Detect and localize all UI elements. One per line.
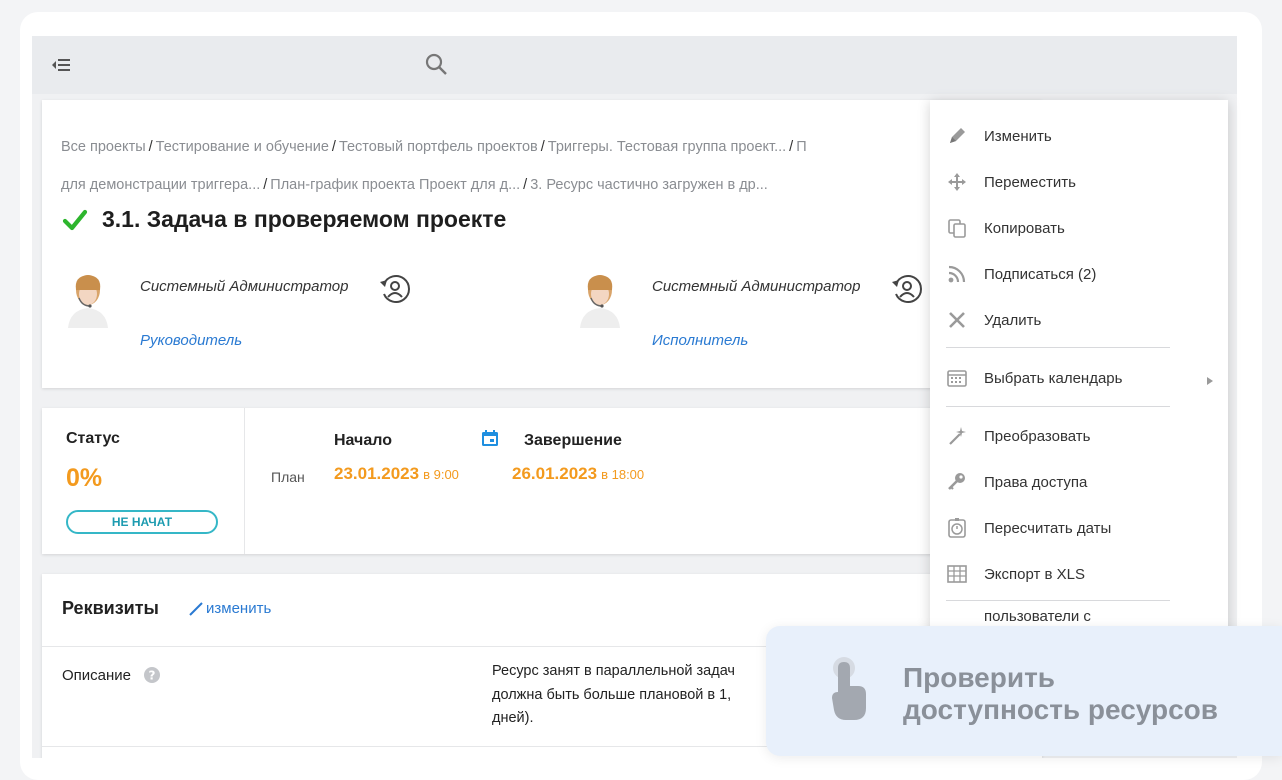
person-role-link[interactable]: Исполнитель: [652, 332, 748, 349]
submenu-arrow-icon: [1206, 373, 1214, 385]
search-icon[interactable]: [424, 52, 450, 78]
callout-text: Проверить доступность ресурсов: [903, 662, 1218, 726]
menu-item-label: Переместить: [984, 173, 1076, 191]
end-date: 26.01.2023 в 18:00: [512, 464, 644, 484]
reassign-user-icon[interactable]: [378, 272, 412, 306]
menu-item-label: Экспорт в XLS: [984, 565, 1086, 583]
help-icon[interactable]: ?: [143, 666, 161, 684]
menu-item-label: Выбрать календарь: [984, 369, 1123, 387]
menu-item-label: Изменить: [984, 127, 1052, 145]
menu-item-edit[interactable]: Изменить: [930, 117, 1228, 155]
top-bar: [32, 36, 1237, 94]
menu-item-label: Подписаться (2): [984, 265, 1097, 283]
menu-item-label: Права доступа: [984, 473, 1088, 491]
calendar-icon: [946, 367, 968, 389]
menu-item-move[interactable]: Переместить: [930, 163, 1228, 201]
menu-item-convert[interactable]: Преобразовать: [930, 417, 1228, 455]
context-menu: Изменить Переместить Копировать Подписат…: [930, 100, 1228, 660]
task-title-text: 3.1. Задача в проверяемом проекте: [102, 206, 507, 232]
menu-item-calendar[interactable]: Выбрать календарь: [930, 359, 1228, 397]
breadcrumb-item[interactable]: Все проекты: [61, 139, 146, 155]
properties-title: Реквизиты: [62, 598, 159, 618]
menu-item-label: Удалить: [984, 311, 1042, 329]
breadcrumb-item[interactable]: для демонстрации триггера...: [61, 177, 260, 193]
pointer-hand-icon: [828, 656, 870, 722]
status-card: Статус 0% НЕ НАЧАТ Начало Завершение Пла…: [42, 408, 1042, 554]
end-time: в 18:00: [601, 467, 645, 482]
move-icon: [946, 171, 968, 193]
status-badge[interactable]: НЕ НАЧАТ: [66, 510, 218, 534]
properties-edit-link[interactable]: изменить: [188, 600, 271, 617]
person-name: Системный Администратор: [140, 278, 349, 295]
svg-text:?: ?: [149, 669, 156, 683]
task-title: 3.1. Задача в проверяемом проекте: [62, 206, 506, 233]
menu-item-copy[interactable]: Копировать: [930, 209, 1228, 247]
checkmark-icon: [62, 207, 88, 233]
table-icon: [946, 563, 968, 585]
callout-line: Проверить: [903, 662, 1055, 693]
breadcrumb-item[interactable]: П: [796, 139, 806, 155]
menu-item-recalc[interactable]: Пересчитать даты: [930, 509, 1228, 547]
start-time: в 9:00: [423, 467, 459, 482]
status-label: Статус: [66, 430, 120, 447]
properties-edit-label: изменить: [206, 600, 272, 617]
menu-item-export-xls[interactable]: Экспорт в XLS: [930, 555, 1228, 593]
breadcrumb-item[interactable]: 3. Ресурс частично загружен в др...: [530, 177, 768, 193]
menu-item-label: Преобразовать: [984, 427, 1091, 445]
collapse-menu-icon[interactable]: [50, 54, 72, 76]
check-resources-callout[interactable]: Проверить доступность ресурсов: [766, 626, 1282, 756]
timer-icon: [946, 517, 968, 539]
description-line: дней).: [492, 710, 534, 726]
breadcrumb-item[interactable]: Тестовый портфель проектов: [339, 139, 538, 155]
start-date: 23.01.2023 в 9:00: [334, 464, 459, 484]
status-block: Статус 0% НЕ НАЧАТ: [42, 408, 245, 554]
breadcrumb-item[interactable]: План-график проекта Проект для д...: [270, 177, 520, 193]
status-percent: 0%: [66, 464, 103, 492]
end-date-value: 26.01.2023: [512, 464, 598, 483]
menu-item-access[interactable]: Права доступа: [930, 463, 1228, 501]
description-label: Описание ?: [62, 666, 161, 684]
key-icon: [946, 471, 968, 493]
menu-separator: [946, 600, 1170, 601]
menu-item-label: Пересчитать даты: [984, 519, 1112, 537]
description-text: Ресурс занят в параллельной задач должна…: [492, 660, 792, 731]
description-label-text: Описание: [62, 666, 132, 684]
menu-separator: [946, 347, 1170, 348]
task-header-card: Все проекты / Тестирование и обучение / Тест…: [42, 100, 1042, 388]
avatar: [576, 268, 624, 328]
breadcrumb-item[interactable]: Триггеры. Тестовая группа проект...: [548, 139, 786, 155]
reassign-user-icon[interactable]: [890, 272, 924, 306]
pencil-icon: [946, 125, 968, 147]
person-name: Системный Администратор: [652, 278, 861, 295]
magic-wand-icon: [946, 425, 968, 447]
breadcrumb-item[interactable]: Тестирование и обучение: [156, 139, 329, 155]
description-line: должна быть больше плановой в 1,: [492, 686, 732, 703]
menu-item-label: Копировать: [984, 219, 1065, 237]
menu-item-subscribe[interactable]: Подписаться (2): [930, 255, 1228, 293]
person-role-link[interactable]: Руководитель: [140, 332, 242, 349]
rss-icon: [946, 263, 968, 285]
menu-item-partial-label[interactable]: пользователи с: [984, 608, 1091, 625]
calendar-icon[interactable]: [480, 428, 500, 448]
close-icon: [946, 309, 968, 331]
avatar: [64, 268, 112, 328]
end-header: Завершение: [524, 432, 622, 449]
menu-separator: [946, 406, 1170, 407]
start-date-value: 23.01.2023: [334, 464, 420, 483]
start-header: Начало: [334, 432, 392, 449]
breadcrumb: Все проекты / Тестирование и обучение / Тест…: [61, 139, 807, 193]
copy-icon: [946, 217, 968, 239]
menu-item-delete[interactable]: Удалить: [930, 301, 1228, 339]
plan-label: План: [271, 469, 305, 485]
callout-line: доступность ресурсов: [903, 694, 1218, 725]
pencil-icon: [189, 601, 203, 616]
description-line: Ресурс занят в параллельной задач: [492, 663, 735, 679]
